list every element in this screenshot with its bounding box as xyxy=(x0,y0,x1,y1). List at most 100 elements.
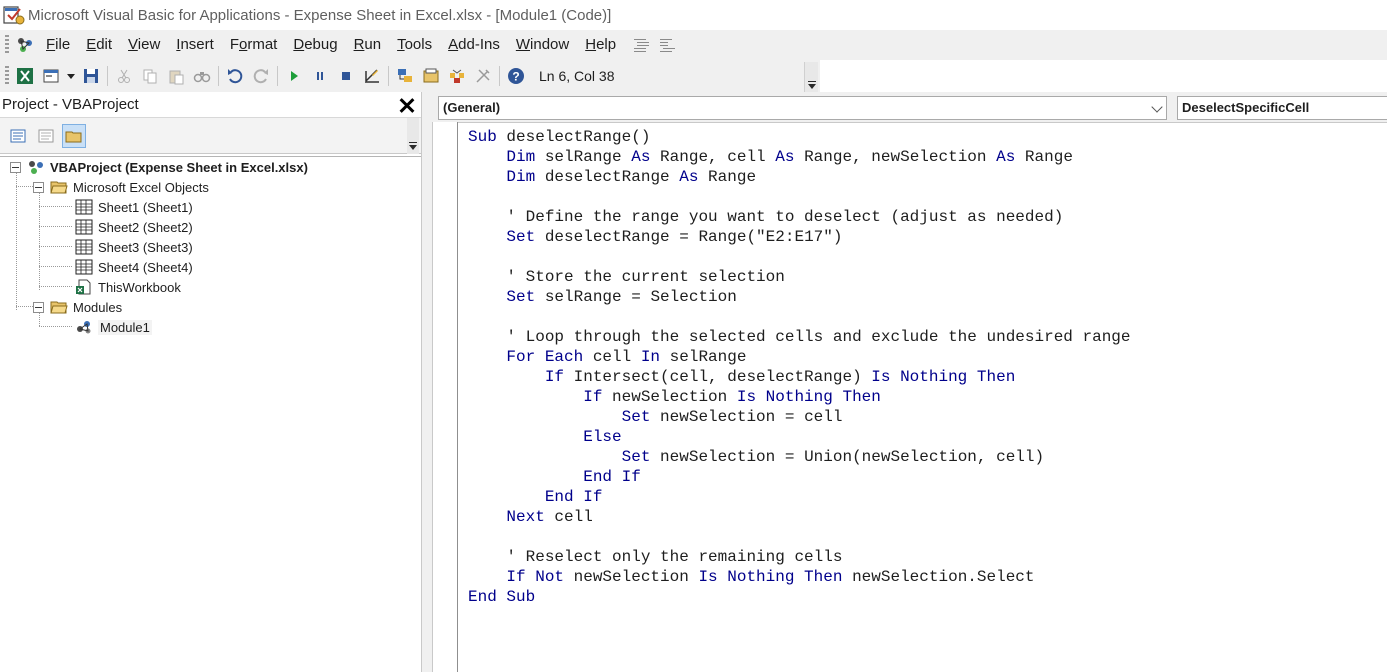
insert-userform-icon[interactable] xyxy=(40,65,62,87)
run-icon[interactable] xyxy=(283,65,305,87)
reset-icon[interactable] xyxy=(335,65,357,87)
tree-label-vbaproject: VBAProject (Expense Sheet in Excel.xlsx) xyxy=(50,159,308,175)
break-icon[interactable] xyxy=(309,65,331,87)
code-margin-indicator-bar[interactable] xyxy=(432,122,458,672)
toggle-folders-icon[interactable] xyxy=(62,123,86,148)
design-mode-icon[interactable] xyxy=(361,65,383,87)
code-line[interactable]: ' Reselect only the remaining cells xyxy=(468,547,1131,567)
menu-help[interactable]: Help xyxy=(577,30,624,60)
menu-edit[interactable]: Edit xyxy=(78,30,120,60)
code-line[interactable]: Dim selRange As Range, cell As Range, ne… xyxy=(468,147,1131,167)
indent-icon[interactable] xyxy=(632,37,650,53)
save-icon[interactable] xyxy=(80,65,102,87)
menu-view[interactable]: View xyxy=(120,30,168,60)
menu-format[interactable]: Format xyxy=(222,30,286,60)
code-line[interactable] xyxy=(468,527,1131,547)
tree-item-excel-objects[interactable]: Microsoft Excel Objects xyxy=(33,177,209,197)
code-line[interactable]: End If xyxy=(468,487,1131,507)
collapse-icon[interactable] xyxy=(33,181,44,193)
code-line[interactable]: End Sub xyxy=(468,587,1131,607)
menu-addins[interactable]: Add-Ins xyxy=(440,30,508,60)
redo-icon[interactable] xyxy=(250,65,272,87)
cut-icon[interactable] xyxy=(113,65,135,87)
tree-item-module1[interactable]: Module1 xyxy=(75,317,152,337)
toolbar-overflow-button[interactable] xyxy=(804,62,818,92)
menu-insert[interactable]: Insert xyxy=(168,30,222,60)
properties-window-icon[interactable] xyxy=(420,65,442,87)
chevron-down-icon[interactable] xyxy=(1151,101,1163,113)
code-token: Range, newSelection xyxy=(794,148,997,166)
outdent-icon[interactable] xyxy=(658,37,676,53)
menu-format-rest: rmat xyxy=(247,36,278,53)
code-line[interactable]: Set deselectRange = Range("E2:E17") xyxy=(468,227,1131,247)
code-line[interactable]: End If xyxy=(468,467,1131,487)
project-explorer-panel: Project - VBAProject VBAProject (Expense… xyxy=(0,92,422,672)
toolbar-grip[interactable] xyxy=(5,66,9,86)
code-keyword: Sub xyxy=(468,128,497,146)
dropdown-arrow-icon[interactable] xyxy=(66,65,76,87)
code-line[interactable] xyxy=(468,247,1131,267)
help-icon[interactable]: ? xyxy=(505,65,527,87)
object-browser-icon[interactable] xyxy=(446,65,468,87)
code-text[interactable]: Sub deselectRange() Dim selRange As Rang… xyxy=(468,127,1131,607)
find-icon[interactable] xyxy=(191,65,213,87)
vba-menu-icon[interactable] xyxy=(14,34,36,56)
code-line[interactable]: Sub deselectRange() xyxy=(468,127,1131,147)
tree-item-sheet3[interactable]: Sheet3 (Sheet3) xyxy=(75,237,193,257)
procedure-dropdown[interactable]: DeselectSpecificCell xyxy=(1177,96,1387,120)
close-icon[interactable] xyxy=(395,93,419,117)
view-object-icon[interactable] xyxy=(34,124,58,148)
cursor-position-status: Ln 6, Col 38 xyxy=(529,61,769,91)
paste-icon[interactable] xyxy=(165,65,187,87)
menu-window-rest: indow xyxy=(530,36,570,53)
menu-tools[interactable]: Tools xyxy=(389,30,440,60)
toolbox-icon[interactable] xyxy=(472,65,494,87)
object-dropdown-value: (General) xyxy=(443,100,501,115)
code-keyword: If xyxy=(544,368,565,386)
tree-item-thisworkbook[interactable]: ThisWorkbook xyxy=(75,277,181,297)
project-explorer-icon[interactable] xyxy=(394,65,416,87)
object-dropdown[interactable]: (General) xyxy=(438,96,1167,120)
code-token: Range xyxy=(1015,148,1073,166)
code-line[interactable]: Next cell xyxy=(468,507,1131,527)
code-line[interactable]: ' Define the range you want to deselect … xyxy=(468,207,1131,227)
menu-file[interactable]: File xyxy=(38,30,78,60)
collapse-icon[interactable] xyxy=(33,301,44,313)
code-line[interactable] xyxy=(468,307,1131,327)
undo-icon[interactable] xyxy=(224,65,246,87)
panel-splitter[interactable] xyxy=(422,92,432,672)
menu-addins-rest: dd-Ins xyxy=(458,36,500,53)
code-line[interactable]: If Intersect(cell, deselectRange) Is Not… xyxy=(468,367,1131,387)
code-line[interactable]: Dim deselectRange As Range xyxy=(468,167,1131,187)
tree-item-modules[interactable]: Modules xyxy=(33,297,122,317)
project-toolbar-overflow[interactable] xyxy=(407,118,419,154)
code-line[interactable]: Else xyxy=(468,427,1131,447)
code-keyword: Set xyxy=(621,448,651,466)
tree-item-sheet4[interactable]: Sheet4 (Sheet4) xyxy=(75,257,193,277)
tree-item-sheet1[interactable]: Sheet1 (Sheet1) xyxy=(75,197,193,217)
code-line[interactable]: ' Store the current selection xyxy=(468,267,1131,287)
menu-debug[interactable]: Debug xyxy=(285,30,345,60)
code-line[interactable]: If Not newSelection Is Nothing Then newS… xyxy=(468,567,1131,587)
code-line[interactable] xyxy=(468,187,1131,207)
menu-window[interactable]: Window xyxy=(508,30,577,60)
code-keyword: Dim xyxy=(506,148,536,166)
menu-run[interactable]: Run xyxy=(346,30,390,60)
tree-item-vbaproject[interactable]: VBAProject (Expense Sheet in Excel.xlsx) xyxy=(10,157,308,177)
code-line[interactable]: ' Loop through the selected cells and ex… xyxy=(468,327,1130,347)
menubar-grip[interactable] xyxy=(5,35,9,55)
toolbar-separator xyxy=(499,66,500,86)
code-line[interactable]: Set selRange = Selection xyxy=(468,287,1131,307)
collapse-icon[interactable] xyxy=(10,161,21,173)
view-code-icon[interactable] xyxy=(6,124,30,148)
tree-item-sheet2[interactable]: Sheet2 (Sheet2) xyxy=(75,217,193,237)
code-editor[interactable]: Sub deselectRange() Dim selRange As Rang… xyxy=(458,122,1387,672)
code-line[interactable]: If newSelection Is Nothing Then xyxy=(468,387,1131,407)
code-line[interactable]: Set newSelection = cell xyxy=(468,407,1131,427)
copy-icon[interactable] xyxy=(139,65,161,87)
view-excel-icon[interactable] xyxy=(14,65,36,87)
code-line[interactable]: For Each cell In selRange xyxy=(468,347,1131,367)
code-line[interactable]: Set newSelection = Union(newSelection, c… xyxy=(468,447,1131,467)
